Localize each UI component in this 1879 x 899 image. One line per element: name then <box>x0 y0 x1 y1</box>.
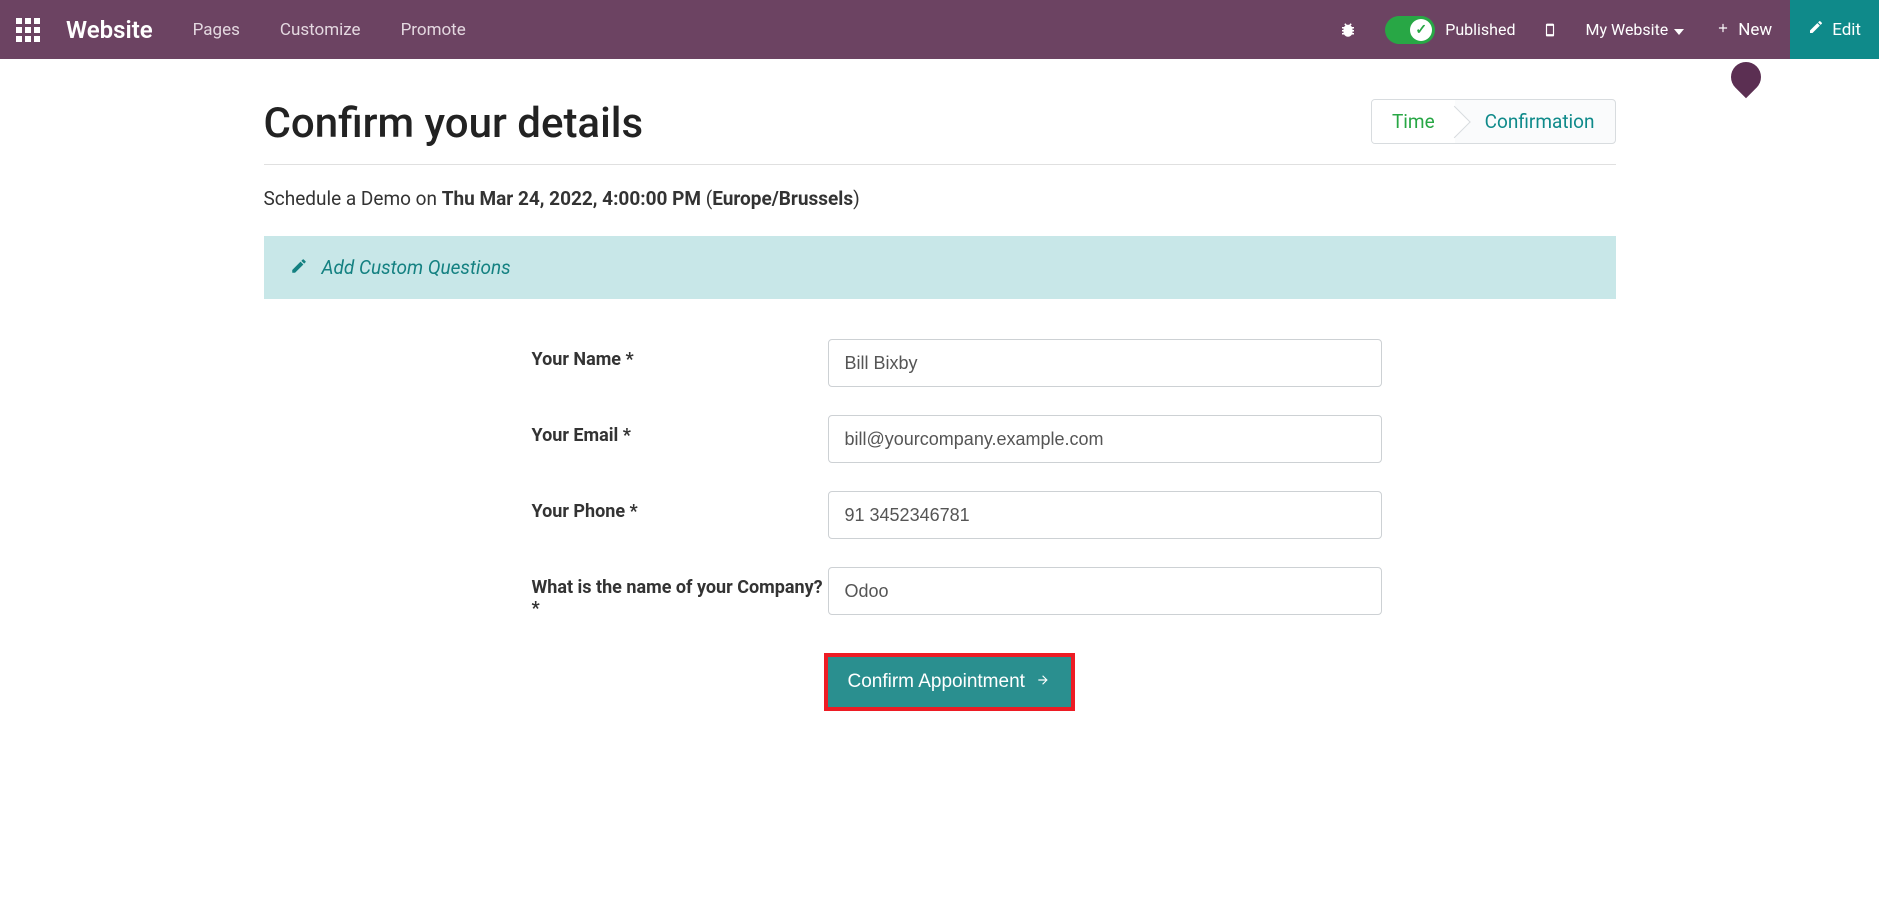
schedule-line: Schedule a Demo on Thu Mar 24, 2022, 4:0… <box>264 187 1616 210</box>
schedule-tz-open: ( <box>701 187 712 210</box>
schedule-tz: Europe/Brussels <box>712 187 853 210</box>
apps-grid-icon[interactable] <box>16 18 40 42</box>
step-confirmation[interactable]: Confirmation <box>1455 100 1615 143</box>
input-email[interactable] <box>828 415 1382 463</box>
submit-spacer <box>264 657 828 707</box>
top-navbar: Website Pages Customize Promote ✓ Publis… <box>0 0 1879 59</box>
my-website-dropdown[interactable]: My Website <box>1571 20 1698 39</box>
custom-questions-label: Add Custom Questions <box>322 256 511 279</box>
label-email: Your Email * <box>532 415 828 446</box>
appointment-form: Your Name * Your Email * Your Phone * Wh… <box>264 339 1616 707</box>
caret-down-icon <box>1674 20 1684 39</box>
edit-button[interactable]: Edit <box>1790 0 1879 59</box>
check-icon: ✓ <box>1415 22 1427 38</box>
publish-toggle-group: ✓ Published <box>1371 0 1529 59</box>
new-button[interactable]: New <box>1698 0 1790 59</box>
confirm-label: Confirm Appointment <box>848 671 1025 693</box>
navbar-right: ✓ Published My Website New Edit <box>1325 0 1879 59</box>
nav-pages[interactable]: Pages <box>193 20 240 40</box>
brand-label[interactable]: Website <box>66 16 153 44</box>
published-label: Published <box>1445 20 1515 39</box>
page-title: Confirm your details <box>264 99 644 148</box>
pencil-icon <box>290 257 308 279</box>
nav-customize[interactable]: Customize <box>280 20 361 40</box>
header-row: Confirm your details Time Confirmation <box>264 99 1616 165</box>
row-email: Your Email * <box>264 415 1616 463</box>
mobile-preview-icon[interactable] <box>1529 0 1571 59</box>
debug-icon[interactable] <box>1325 0 1371 59</box>
new-label: New <box>1738 20 1772 40</box>
plus-icon <box>1716 20 1730 40</box>
published-toggle[interactable]: ✓ <box>1385 16 1435 44</box>
schedule-prefix: Schedule a Demo on <box>264 187 442 210</box>
arrow-right-icon <box>1035 671 1051 693</box>
input-company[interactable] <box>828 567 1382 615</box>
nav-promote[interactable]: Promote <box>401 20 466 40</box>
progress-steps: Time Confirmation <box>1371 99 1616 144</box>
add-custom-questions-banner[interactable]: Add Custom Questions <box>264 236 1616 299</box>
input-phone[interactable] <box>828 491 1382 539</box>
row-phone: Your Phone * <box>264 491 1616 539</box>
schedule-tz-close: ) <box>853 187 860 210</box>
label-company: What is the name of your Company? * <box>532 567 828 619</box>
input-name[interactable] <box>828 339 1382 387</box>
pencil-icon <box>1808 19 1824 40</box>
navbar-left: Website Pages Customize Promote <box>16 16 466 44</box>
schedule-datetime: Thu Mar 24, 2022, 4:00:00 PM <box>442 187 701 210</box>
confirm-appointment-button[interactable]: Confirm Appointment <box>828 657 1071 707</box>
label-phone: Your Phone * <box>532 491 828 522</box>
tour-pointer-icon <box>1725 56 1767 98</box>
step-time[interactable]: Time <box>1372 100 1455 143</box>
row-name: Your Name * <box>264 339 1616 387</box>
my-website-label: My Website <box>1585 20 1668 39</box>
submit-row: Confirm Appointment <box>264 657 1616 707</box>
edit-label: Edit <box>1832 20 1861 40</box>
row-company: What is the name of your Company? * <box>264 567 1616 619</box>
label-name: Your Name * <box>532 339 828 370</box>
main-container: Confirm your details Time Confirmation S… <box>244 59 1636 747</box>
